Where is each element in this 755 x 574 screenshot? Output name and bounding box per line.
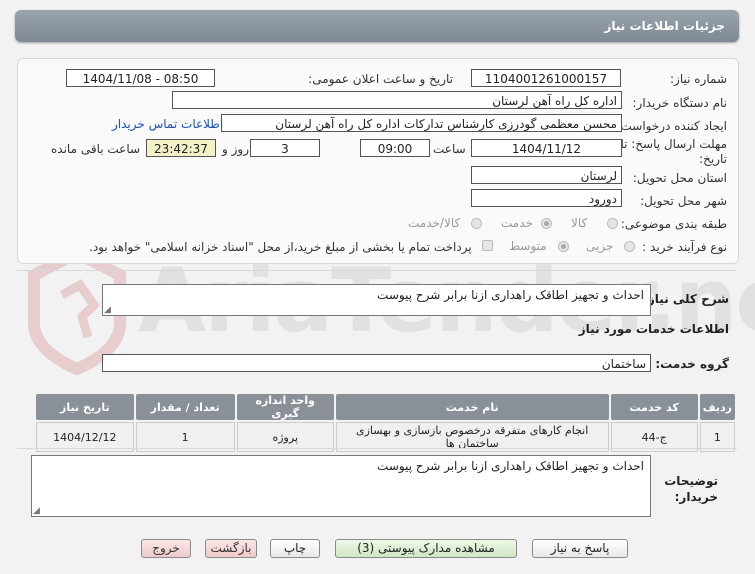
print-button[interactable]: چاپ [270, 539, 320, 558]
need-number-field: 1104001261000157 [471, 69, 621, 87]
buyer-notes-label: توضیحات [664, 474, 718, 488]
treasury-payment-note: پرداخت تمام یا بخشی از مبلغ خرید،از محل … [89, 240, 472, 254]
reply-to-need-button[interactable]: پاسخ به نیاز [532, 539, 628, 558]
general-description-textarea[interactable]: احداث و تجهیز اطاقک راهداری ازنا برابر ش… [102, 284, 651, 316]
buyer-notes-label-line2: خریدار: [674, 490, 718, 504]
page: AriaTender.neT جزئيات اطلاعات نياز شماره… [0, 0, 755, 574]
col-header-row-number: ردیف [699, 394, 735, 420]
delivery-city-field: دورود [471, 189, 622, 207]
delivery-city-label: شهر محل تحویل: [640, 194, 727, 208]
remaining-time-label: ساعت باقی مانده [51, 142, 141, 156]
deadline-date-field: 1404/11/12 [471, 139, 622, 157]
general-description-label: شرح کلی نیاز: [643, 292, 729, 306]
delivery-province-field: لرستان [471, 166, 622, 184]
buyer-org-label: نام دستگاه خریدار: [632, 96, 728, 110]
page-title: جزئيات اطلاعات نياز [604, 19, 725, 33]
category-option-service: خدمت [501, 216, 533, 230]
buyer-contact-link[interactable]: اطلاعات تماس خریدار [112, 117, 223, 131]
col-header-service-name: نام خدمت [335, 394, 609, 420]
details-panel [17, 58, 739, 264]
services-section-title: اطلاعات خدمات مورد نیاز [578, 322, 729, 336]
process-radio-minor[interactable] [624, 241, 635, 252]
deadline-label: مهلت ارسال پاسخ: تا [620, 137, 727, 151]
treasury-payment-checkbox[interactable] [482, 240, 493, 251]
col-header-service-code: کد خدمت [610, 394, 698, 420]
process-type-label: نوع فرآیند خرید : [642, 240, 727, 254]
requester-label: ایجاد کننده درخواست: [616, 119, 727, 133]
requester-field: محسن معظمی گودرزی کارشناس تدارکات اداره … [221, 114, 622, 132]
announce-datetime-field: 1404/11/08 - 08:50 [66, 69, 215, 87]
process-option-medium: متوسط [509, 239, 547, 253]
days-label: روز و [222, 142, 249, 156]
category-label: طبقه بندی موضوعی: [620, 217, 727, 231]
buyer-org-field: اداره کل راه آهن لرستان [172, 91, 622, 109]
announce-datetime-label: تاریخ و ساعت اعلان عمومی: [308, 72, 453, 86]
deadline-time-field: 09:00 [360, 139, 430, 157]
table-header-row: ردیف کد خدمت نام خدمت واحد اندازه گیری ت… [36, 394, 735, 420]
back-button[interactable]: بازگشت [205, 539, 257, 558]
process-option-minor: جزیی [586, 239, 614, 253]
process-radio-medium[interactable] [558, 241, 569, 252]
deadline-label-date: تاریخ: [699, 152, 727, 166]
resize-grip-icon: ◢ [104, 305, 111, 315]
need-number-label: شماره نیاز: [670, 72, 727, 86]
col-header-quantity: تعداد / مقدار [135, 394, 235, 420]
col-header-unit: واحد اندازه گیری [236, 394, 334, 420]
view-attachments-button[interactable]: مشاهده مدارک پیوستی (3) [335, 539, 517, 558]
remaining-time-field: 23:42:37 [146, 139, 216, 157]
services-table: ردیف کد خدمت نام خدمت واحد اندازه گیری ت… [34, 392, 737, 454]
category-option-goods: کالا [571, 216, 588, 230]
deadline-time-label: ساعت [433, 142, 466, 156]
category-option-goods-service: کالا/خدمت [408, 216, 461, 230]
days-remaining-field: 3 [250, 139, 320, 157]
buyer-notes-textarea[interactable]: احداث و تجهیز اطاقک راهداری ازنا برابر ش… [31, 455, 651, 517]
category-radio-goods[interactable] [607, 218, 618, 229]
service-group-label: گروه خدمت: [655, 357, 729, 371]
page-header: جزئيات اطلاعات نياز [15, 10, 739, 42]
category-radio-goods-service[interactable] [471, 218, 482, 229]
category-radio-service[interactable] [541, 218, 552, 229]
col-header-need-date: تاریخ نیاز [36, 394, 134, 420]
service-group-field: ساختمان [102, 354, 651, 372]
resize-grip-icon: ◢ [33, 506, 40, 516]
exit-button[interactable]: خروج [141, 539, 191, 558]
delivery-province-label: استان محل تحویل: [632, 171, 727, 185]
